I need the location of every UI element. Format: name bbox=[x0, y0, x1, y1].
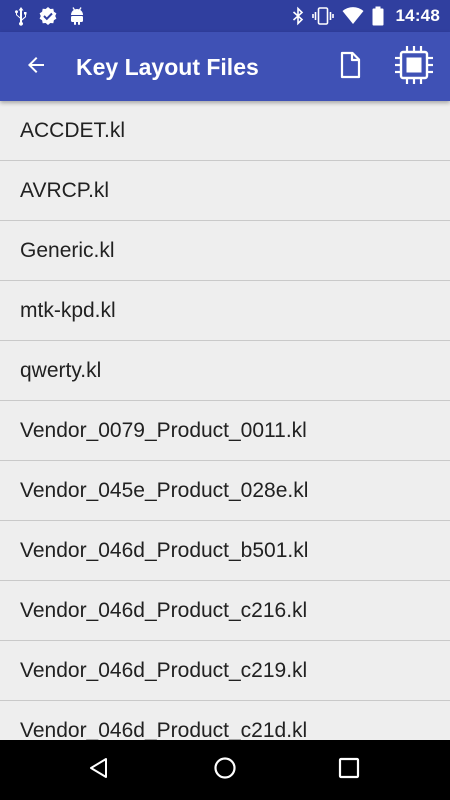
list-item[interactable]: Vendor_0079_Product_0011.kl bbox=[0, 401, 450, 461]
file-icon bbox=[338, 51, 362, 84]
status-time: 14:48 bbox=[395, 6, 440, 25]
file-list: ACCDET.kl AVRCP.kl Generic.kl mtk-kpd.kl… bbox=[0, 101, 450, 740]
app-bar: Key Layout Files bbox=[0, 32, 450, 101]
nav-home-button[interactable] bbox=[203, 748, 247, 792]
hardware-button[interactable] bbox=[390, 43, 438, 91]
android-icon bbox=[68, 6, 86, 26]
status-bar: 14:48 bbox=[0, 0, 450, 32]
chip-icon bbox=[394, 45, 434, 90]
back-triangle-icon bbox=[87, 756, 111, 785]
list-item[interactable]: Vendor_046d_Product_c21d.kl bbox=[0, 701, 450, 741]
arrow-back-icon bbox=[24, 53, 48, 82]
list-item[interactable]: Vendor_046d_Product_c216.kl bbox=[0, 581, 450, 641]
list-item[interactable]: Vendor_045e_Product_028e.kl bbox=[0, 461, 450, 521]
recents-square-icon bbox=[338, 757, 360, 784]
list-item[interactable]: qwerty.kl bbox=[0, 341, 450, 401]
screen: 14:48 Key Layout Files ACCDET.kl AVRCP.k… bbox=[0, 0, 450, 800]
nav-back-button[interactable] bbox=[77, 748, 121, 792]
vibrate-icon bbox=[311, 6, 334, 26]
list-item[interactable]: Generic.kl bbox=[0, 221, 450, 281]
list-item[interactable]: Vendor_046d_Product_c219.kl bbox=[0, 641, 450, 701]
home-circle-icon bbox=[213, 756, 237, 785]
list-item[interactable]: ACCDET.kl bbox=[0, 101, 450, 161]
file-button[interactable] bbox=[328, 45, 372, 89]
wifi-icon bbox=[342, 7, 364, 25]
usb-icon bbox=[14, 6, 28, 26]
page-title: Key Layout Files bbox=[76, 54, 259, 80]
list-item[interactable]: AVRCP.kl bbox=[0, 161, 450, 221]
check-badge-icon bbox=[38, 6, 58, 26]
system-nav-bar bbox=[0, 740, 450, 800]
battery-icon bbox=[372, 6, 384, 26]
back-button[interactable] bbox=[14, 45, 58, 89]
nav-recents-button[interactable] bbox=[327, 748, 371, 792]
list-item[interactable]: mtk-kpd.kl bbox=[0, 281, 450, 341]
bluetooth-icon bbox=[292, 6, 304, 26]
status-right-icons: 14:48 bbox=[292, 5, 440, 27]
list-item[interactable]: Vendor_046d_Product_b501.kl bbox=[0, 521, 450, 581]
status-left-icons bbox=[14, 5, 86, 27]
